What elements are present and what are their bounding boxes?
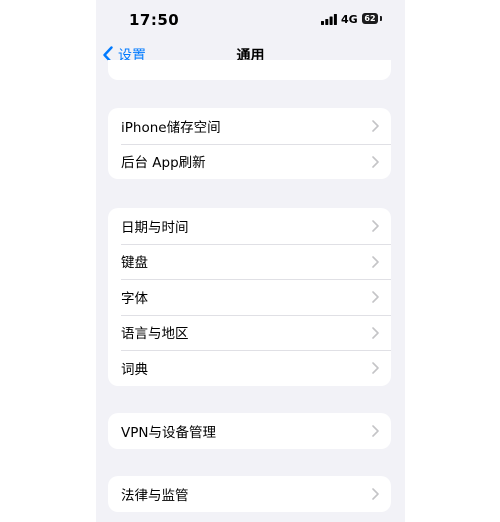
row-label: VPN与设备管理 bbox=[121, 424, 216, 441]
row-legal-regulatory[interactable]: 法律与监管 bbox=[108, 476, 391, 512]
chevron-right-icon bbox=[372, 488, 379, 500]
chevron-right-icon bbox=[372, 120, 379, 132]
previous-group-tail bbox=[108, 60, 391, 80]
cellular-signal-icon bbox=[321, 14, 337, 25]
row-label: 后台 App刷新 bbox=[121, 155, 206, 172]
chevron-right-icon bbox=[372, 425, 379, 437]
battery-terminal bbox=[380, 16, 382, 21]
row-background-app-refresh[interactable]: 后台 App刷新 bbox=[108, 143, 391, 180]
chevron-right-icon bbox=[372, 255, 379, 268]
chevron-right-icon bbox=[372, 362, 379, 374]
row-label: 法律与监管 bbox=[121, 487, 189, 504]
row-label: 键盘 bbox=[121, 255, 148, 272]
language-group: 日期与时间 键盘 字体 语言与地区 词典 bbox=[108, 208, 391, 386]
status-time: 17:50 bbox=[129, 11, 180, 29]
storage-group: iPhone储存空间 后台 App刷新 bbox=[108, 108, 391, 179]
legal-group: 法律与监管 bbox=[108, 476, 391, 512]
row-iphone-storage[interactable]: iPhone储存空间 bbox=[108, 108, 391, 144]
chevron-right-icon bbox=[372, 326, 379, 339]
row-date-time[interactable]: 日期与时间 bbox=[108, 208, 391, 244]
row-dictionary[interactable]: 词典 bbox=[108, 350, 391, 386]
status-bar: 17:50 4G 62 bbox=[96, 0, 405, 40]
chevron-right-icon bbox=[372, 220, 379, 232]
row-fonts[interactable]: 字体 bbox=[108, 279, 391, 315]
vpn-group: VPN与设备管理 bbox=[108, 413, 391, 449]
network-type: 4G bbox=[341, 13, 358, 26]
settings-screen: 17:50 4G 62 通用 设置 iPhone储存空间 后台 App刷新 日期… bbox=[96, 0, 405, 522]
battery-icon: 62 bbox=[362, 13, 378, 24]
row-label: 日期与时间 bbox=[121, 219, 189, 236]
row-label: 词典 bbox=[121, 361, 148, 378]
row-keyboard[interactable]: 键盘 bbox=[108, 243, 391, 280]
row-label: 语言与地区 bbox=[121, 326, 189, 343]
row-label: iPhone储存空间 bbox=[121, 119, 221, 136]
row-label: 字体 bbox=[121, 290, 148, 307]
chevron-right-icon bbox=[372, 155, 379, 168]
row-language-region[interactable]: 语言与地区 bbox=[108, 314, 391, 351]
row-vpn-device-management[interactable]: VPN与设备管理 bbox=[108, 413, 391, 449]
chevron-right-icon bbox=[372, 291, 379, 303]
